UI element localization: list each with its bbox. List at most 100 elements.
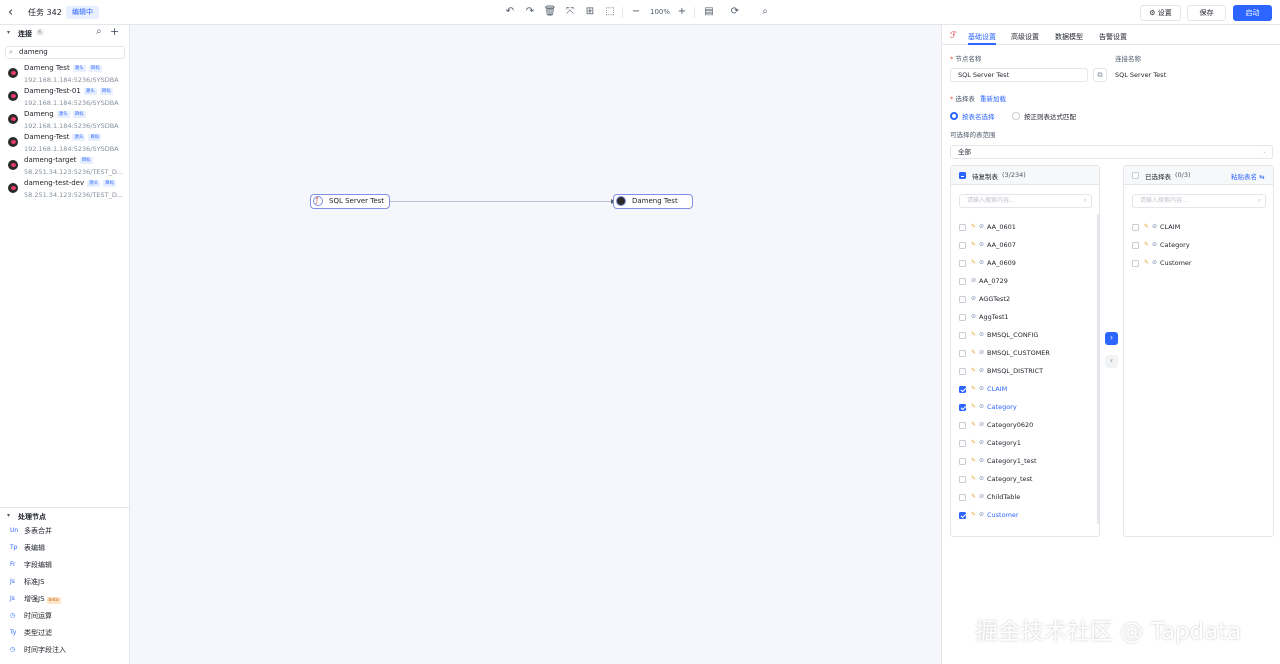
save-button[interactable]: 保存 [1187, 5, 1226, 21]
target-node[interactable]: Dameng Test [613, 194, 693, 209]
table-checkbox[interactable] [959, 386, 966, 393]
source-scrollbar[interactable] [1097, 214, 1099, 524]
dag-canvas[interactable]: ƒ SQL Server Test Dameng Test [130, 25, 941, 664]
processor-item[interactable]: Fr 字段编辑 [10, 559, 120, 573]
sqlserver-icon: ƒ [313, 196, 323, 206]
move-left-button[interactable]: ‹ [1105, 355, 1118, 368]
radio-by-regex-label[interactable]: 按正则表达式匹配 [1024, 111, 1076, 121]
connection-item[interactable]: Dameng 源头 目标 192.168.1.184:5236/SYSDBA [8, 110, 128, 133]
layout-icon[interactable]: ⊞ [583, 5, 597, 19]
tab-1[interactable]: 高级设置 [1011, 32, 1039, 42]
connection-item[interactable]: Dameng-Test 源头 目标 192.168.1.184:5236/SYSDBA [8, 133, 128, 156]
range-select[interactable]: 全部 ⌄ [950, 145, 1273, 159]
add-connection-icon[interactable]: + [110, 25, 119, 38]
search-connections-icon[interactable]: ⌕ [96, 26, 102, 37]
source-node[interactable]: ƒ SQL Server Test [310, 194, 390, 209]
redo-icon[interactable]: ↷ [523, 5, 537, 19]
source-table-row[interactable]: ✎ ⊘ BMSQL_CONFIG [951, 330, 1095, 344]
back-arrow-icon[interactable]: ‹ [8, 5, 13, 20]
source-table-row[interactable]: ✎ ⊘ ChildTable [951, 492, 1095, 506]
table-checkbox[interactable] [959, 260, 966, 267]
selected-table-row[interactable]: ✎ ⊘ Customer [1124, 258, 1268, 272]
start-button[interactable]: 启动 [1233, 5, 1272, 21]
radio-by-name[interactable] [950, 112, 958, 120]
reload-link[interactable]: 重新加载 [980, 93, 1006, 103]
source-table-row[interactable]: ✎ ⊘ Category_test [951, 474, 1095, 488]
processor-icon: ◷ [10, 646, 16, 653]
table-checkbox[interactable] [959, 242, 966, 249]
primary-key-icon: ✎ [971, 385, 977, 392]
paste-table-names-link[interactable]: 粘贴表名 ⇆ [1231, 171, 1265, 181]
table-checkbox[interactable] [1132, 260, 1139, 267]
selected-table-row[interactable]: ✎ ⊘ Category [1124, 240, 1268, 254]
undo-icon[interactable]: ↶ [503, 5, 517, 19]
table-checkbox[interactable] [959, 476, 966, 483]
table-checkbox[interactable] [1132, 242, 1139, 249]
connection-search-input[interactable]: ⌕ dameng [5, 46, 125, 59]
table-checkbox[interactable] [959, 494, 966, 501]
connection-item[interactable]: Dameng Test 源头 目标 192.168.1.184:5236/SYSDBA [8, 64, 128, 87]
table-checkbox[interactable] [959, 350, 966, 357]
delete-icon[interactable]: 🗑 [543, 5, 557, 19]
radio-by-regex[interactable] [1012, 112, 1020, 120]
processor-item[interactable]: Ty 类型过滤 [10, 627, 120, 641]
source-table-row[interactable]: ✎ ⊘ Category1_test [951, 456, 1095, 470]
tab-0[interactable]: 基础设置 [968, 32, 996, 42]
processor-item[interactable]: Js 增强JS beta [10, 593, 120, 607]
zoom-in-icon[interactable]: + [675, 5, 689, 19]
table-checkbox[interactable] [959, 440, 966, 447]
processor-item[interactable]: ◷ 时间字段注入 [10, 644, 120, 658]
connection-item[interactable]: dameng-test-dev 源头 目标 58.251.34.123:5236/TE… [8, 179, 128, 202]
source-table-row[interactable]: ✎ ⊘ AA_0607 [951, 240, 1095, 254]
processor-item[interactable]: Tp 表编辑 [10, 542, 120, 556]
refresh-icon[interactable]: ⟳ [728, 5, 742, 19]
table-checkbox[interactable] [959, 458, 966, 465]
connection-item[interactable]: Dameng-Test-01 源头 目标 192.168.1.184:5236/SYS… [8, 87, 128, 110]
selected-table-row[interactable]: ✎ ⊘ CLAIM [1124, 222, 1268, 236]
table-checkbox[interactable] [959, 296, 966, 303]
table-checkbox[interactable] [959, 278, 966, 285]
select-all-checkbox[interactable] [959, 172, 966, 179]
radio-by-name-label[interactable]: 按表名选择 [962, 111, 995, 121]
table-checkbox[interactable] [959, 512, 966, 519]
node-name-input[interactable]: SQL Server Test [950, 68, 1088, 82]
source-table-row[interactable]: ✎ ⊘ BMSQL_CUSTOMER [951, 348, 1095, 362]
clipboard-icon[interactable]: ▤ [702, 5, 716, 19]
source-table-row[interactable]: ✎ ⊘ BMSQL_DISTRICT [951, 366, 1095, 380]
source-table-row[interactable]: ✎ ⊘ AA_0601 [951, 222, 1095, 236]
move-right-button[interactable]: › [1105, 332, 1118, 345]
processor-item[interactable]: ◷ 时间运算 [10, 610, 120, 624]
table-checkbox[interactable] [959, 224, 966, 231]
fit-view-icon[interactable]: ⤧ [563, 5, 577, 19]
source-table-row[interactable]: ⊘ AggTest1 [951, 312, 1095, 326]
select-icon[interactable]: ⬚ [603, 5, 617, 19]
table-checkbox[interactable] [959, 368, 966, 375]
tab-3[interactable]: 告警设置 [1099, 32, 1127, 42]
copy-icon[interactable]: ⧉ [1093, 68, 1107, 82]
source-table-row[interactable]: ✎ ⊘ Customer [951, 510, 1095, 524]
connection-item[interactable]: dameng-target 目标 58.251.34.123:5236/TEST_D… [8, 156, 128, 179]
source-table-row[interactable]: ✎ ⊘ Category0620 [951, 420, 1095, 434]
search-icon[interactable]: ⌕ [758, 5, 772, 19]
table-checkbox[interactable] [959, 314, 966, 321]
source-search-input[interactable]: 请输入搜索内容... ⌕ [959, 194, 1092, 208]
table-checkbox[interactable] [1132, 224, 1139, 231]
source-table-row[interactable]: ✎ ⊘ Category1 [951, 438, 1095, 452]
table-checkbox[interactable] [959, 422, 966, 429]
target-search-input[interactable]: 请输入搜索内容... ⌕ [1132, 194, 1266, 208]
processor-item[interactable]: Un 多表合并 [10, 525, 120, 539]
source-table-row[interactable]: ✎ ⊘ Category [951, 402, 1095, 416]
source-table-row[interactable]: ⊘ AA_0729 [951, 276, 1095, 290]
collapse-caret-icon[interactable]: ▾ [7, 512, 10, 519]
table-checkbox[interactable] [959, 404, 966, 411]
settings-button[interactable]: ⚙ 设置 [1140, 5, 1181, 21]
source-table-row[interactable]: ⊘ AGGTest2 [951, 294, 1095, 308]
collapse-caret-icon[interactable]: ▾ [7, 29, 10, 36]
target-select-all-checkbox[interactable] [1132, 172, 1139, 179]
zoom-out-icon[interactable]: − [629, 5, 643, 19]
table-checkbox[interactable] [959, 332, 966, 339]
source-table-row[interactable]: ✎ ⊘ CLAIM [951, 384, 1095, 398]
source-table-row[interactable]: ✎ ⊘ AA_0609 [951, 258, 1095, 272]
processor-item[interactable]: Js 标准JS [10, 576, 120, 590]
tab-2[interactable]: 数据模型 [1055, 32, 1083, 42]
